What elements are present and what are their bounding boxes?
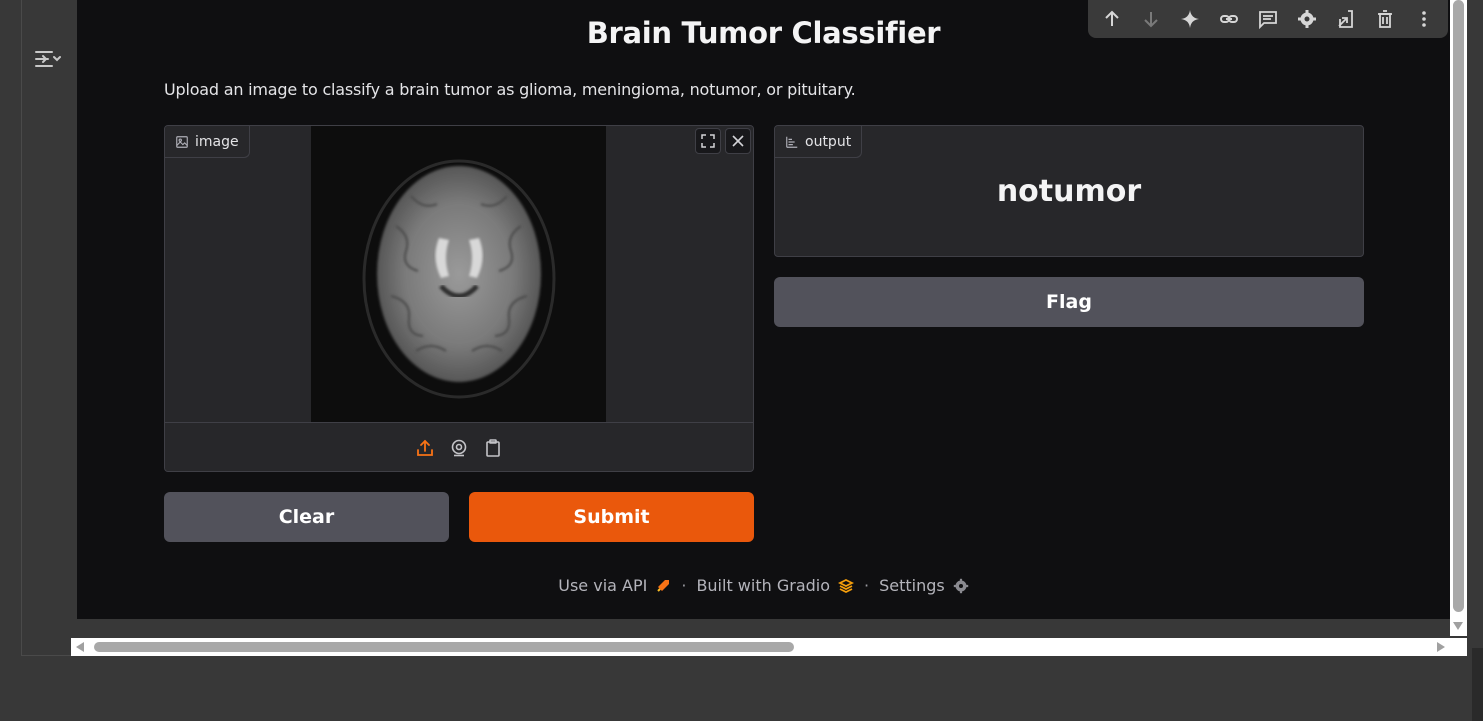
clipboard-source-button[interactable] [482,437,504,459]
scroll-right-arrow-icon[interactable] [1437,642,1445,652]
output-panel: output notumor [774,125,1364,257]
move-up-button[interactable] [1100,7,1124,31]
more-vertical-icon [1422,11,1427,27]
clear-button[interactable]: Clear [164,492,449,542]
move-down-button[interactable] [1139,7,1163,31]
trash-icon [1378,10,1393,28]
gear-icon [953,578,969,594]
image-source-bar [165,422,753,471]
vertical-scroll-thumb[interactable] [1453,0,1464,612]
settings-link[interactable]: Settings [879,576,969,595]
built-with-gradio-link[interactable]: Built with Gradio [696,576,855,595]
app-description: Upload an image to classify a brain tumo… [164,80,856,99]
copy-link-button[interactable] [1217,7,1241,31]
sparkle-icon [1180,10,1199,28]
link-icon [1219,15,1238,23]
image-icon [176,135,188,148]
rocket-icon [655,578,671,594]
scroll-left-arrow-icon[interactable] [76,642,84,652]
use-via-api-link[interactable]: Use via API [558,576,671,595]
scroll-down-arrow-icon[interactable] [1453,622,1463,630]
settings-link-text: Settings [879,576,945,595]
more-actions-button[interactable] [1412,7,1436,31]
vertical-scrollbar[interactable] [1450,0,1467,636]
gradio-app: Brain Tumor Classifier Upload an image t… [77,0,1450,619]
comment-button[interactable] [1256,7,1280,31]
brain-mri-image [311,126,606,422]
cell-toolbar [1088,0,1448,38]
footer-separator: · [864,576,870,595]
divider [22,655,72,656]
clear-image-button[interactable] [725,128,751,154]
upload-source-button[interactable] [414,437,436,459]
toggle-sections-icon[interactable] [33,45,61,73]
image-block-label: image [165,126,250,158]
window-edge [1472,648,1483,721]
fullscreen-button[interactable] [695,128,721,154]
horizontal-scroll-thumb[interactable] [94,642,794,652]
horizontal-scrollbar[interactable] [71,638,1467,656]
image-controls [693,126,753,156]
gradio-link-text: Built with Gradio [696,576,831,595]
flag-button[interactable]: Flag [774,277,1364,327]
edit-cell-button[interactable] [1334,7,1358,31]
arrow-down-icon [1143,12,1158,28]
webcam-icon [451,439,467,456]
arrow-up-icon [1104,10,1119,26]
close-icon [732,135,744,147]
comment-icon [1259,11,1277,29]
fullscreen-icon [701,134,715,148]
image-dropzone[interactable] [165,126,753,422]
delete-cell-button[interactable] [1373,7,1397,31]
upload-icon [417,439,433,456]
prediction-label: notumor [996,174,1142,209]
ai-assist-button[interactable] [1178,7,1202,31]
notebook-gutter [0,0,77,656]
label-chart-icon [786,136,798,148]
output-label-text: output [805,133,852,150]
image-input-panel[interactable]: image [164,125,754,472]
edit-cell-icon [1338,10,1354,28]
output-block-label: output [775,126,863,158]
submit-button[interactable]: Submit [469,492,754,542]
cell-settings-button[interactable] [1295,7,1319,31]
gear-icon [1298,10,1317,28]
gradio-logo-icon [838,578,855,594]
footer: Use via API · Built with Gradio · Settin… [77,576,1450,595]
clipboard-icon [486,438,500,457]
gutter-border [21,0,22,656]
footer-separator: · [681,576,687,595]
webcam-source-button[interactable] [448,437,470,459]
api-link-text: Use via API [558,576,648,595]
image-label-text: image [195,133,239,150]
